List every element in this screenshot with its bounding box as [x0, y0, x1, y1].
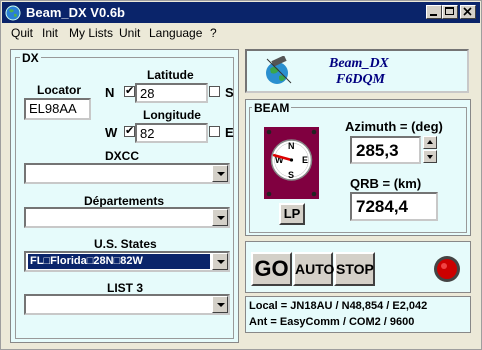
status-antenna: Ant = EasyComm / COM2 / 9600 — [249, 316, 415, 328]
auto-button[interactable]: AUTO — [293, 252, 334, 286]
close-button[interactable] — [460, 5, 476, 19]
chevron-down-icon[interactable] — [212, 296, 228, 313]
locator-label: Locator — [37, 83, 82, 97]
compass-icon: N S E W — [266, 129, 317, 197]
qrb-label: QRB = (km) — [350, 176, 422, 191]
chevron-down-icon[interactable] — [212, 165, 228, 182]
chevron-down-icon[interactable] — [212, 253, 228, 270]
lon-west-label: W — [105, 125, 118, 140]
compass-body: N S E W — [264, 127, 319, 199]
lp-button[interactable]: LP — [279, 203, 305, 225]
latitude-input[interactable]: 28 — [135, 83, 208, 103]
lat-north-label: N — [105, 85, 115, 100]
lon-east-checkbox[interactable] — [209, 126, 220, 137]
lat-north-checkbox[interactable]: ✔ — [124, 86, 135, 97]
compass-s: S — [288, 170, 294, 180]
brand-box: Beam_DX F6DQM — [245, 49, 469, 93]
azimuth-up-button[interactable] — [423, 136, 437, 149]
lat-south-label: S — [225, 85, 234, 100]
list3-select[interactable] — [24, 294, 230, 315]
lon-east-label: E — [225, 125, 234, 140]
compass-n: N — [288, 141, 295, 151]
departements-label: Départements — [84, 194, 165, 208]
departements-select[interactable] — [24, 207, 230, 228]
menu-unit[interactable]: Unit — [119, 26, 140, 40]
status-panel: Local = JN18AU / N48,854 / E2,042 Ant = … — [245, 296, 471, 333]
control-panel: GO AUTO STOP — [245, 241, 471, 293]
maximize-button[interactable] — [442, 5, 458, 19]
azimuth-input[interactable]: 285,3 — [350, 136, 421, 164]
window-title: Beam_DX V0.6b — [26, 5, 125, 20]
azimuth-down-button[interactable] — [423, 150, 437, 163]
minimize-button[interactable] — [426, 5, 442, 19]
longitude-label: Longitude — [143, 108, 201, 122]
lat-south-checkbox[interactable] — [209, 86, 220, 97]
beam-group-title: BEAM — [252, 101, 292, 115]
menu-my-lists[interactable]: My Lists — [69, 26, 113, 40]
chevron-down-icon[interactable] — [212, 209, 228, 226]
app-globe-icon — [5, 5, 21, 21]
chevron-up-icon — [427, 140, 433, 144]
locator-input[interactable]: EL98AA — [24, 98, 91, 120]
us-states-label: U.S. States — [94, 237, 157, 251]
compass-e: E — [302, 155, 308, 165]
menu-quit[interactable]: Quit — [11, 26, 33, 40]
menu-init[interactable]: Init — [42, 26, 58, 40]
title-bar[interactable]: Beam_DX V0.6b — [2, 2, 480, 23]
us-states-selected: FL□Florida□28N□82W — [28, 254, 210, 269]
satellite-globe-icon — [266, 56, 292, 84]
lon-west-checkbox[interactable]: ✔ — [124, 126, 135, 137]
menu-bar: Quit Init My Lists Unit Language ? — [2, 23, 480, 43]
dx-group-title: DX — [20, 51, 41, 65]
stop-button[interactable]: STOP — [334, 252, 375, 286]
list3-label: LIST 3 — [107, 281, 144, 295]
status-local: Local = JN18AU / N48,854 / E2,042 — [249, 300, 428, 312]
brand-callsign: F6DQM — [336, 72, 386, 87]
dxcc-label: DXCC — [105, 149, 140, 163]
longitude-input[interactable]: 82 — [135, 123, 208, 143]
app-window: Beam_DX V0.6b Quit Init My Lists Unit La… — [0, 0, 482, 350]
us-states-select[interactable]: FL□Florida□28N□82W — [24, 251, 230, 272]
azimuth-label: Azimuth = (deg) — [345, 119, 443, 134]
dxcc-select[interactable] — [24, 163, 230, 184]
brand-name: Beam_DX — [329, 56, 389, 71]
menu-language[interactable]: Language — [149, 26, 202, 40]
qrb-output: 7284,4 — [350, 192, 438, 221]
close-icon — [463, 7, 472, 16]
beam-panel: BEAM N S E W LP Azimuth = (deg) 285,3 QR… — [245, 99, 471, 236]
status-light-icon — [434, 256, 460, 282]
chevron-down-icon — [427, 155, 433, 159]
dx-panel: DX Locator EL98AA Latitude N ✔ 28 S Long… — [10, 49, 239, 343]
go-button[interactable]: GO — [251, 252, 292, 286]
latitude-label: Latitude — [147, 68, 194, 82]
menu-help[interactable]: ? — [210, 26, 217, 40]
